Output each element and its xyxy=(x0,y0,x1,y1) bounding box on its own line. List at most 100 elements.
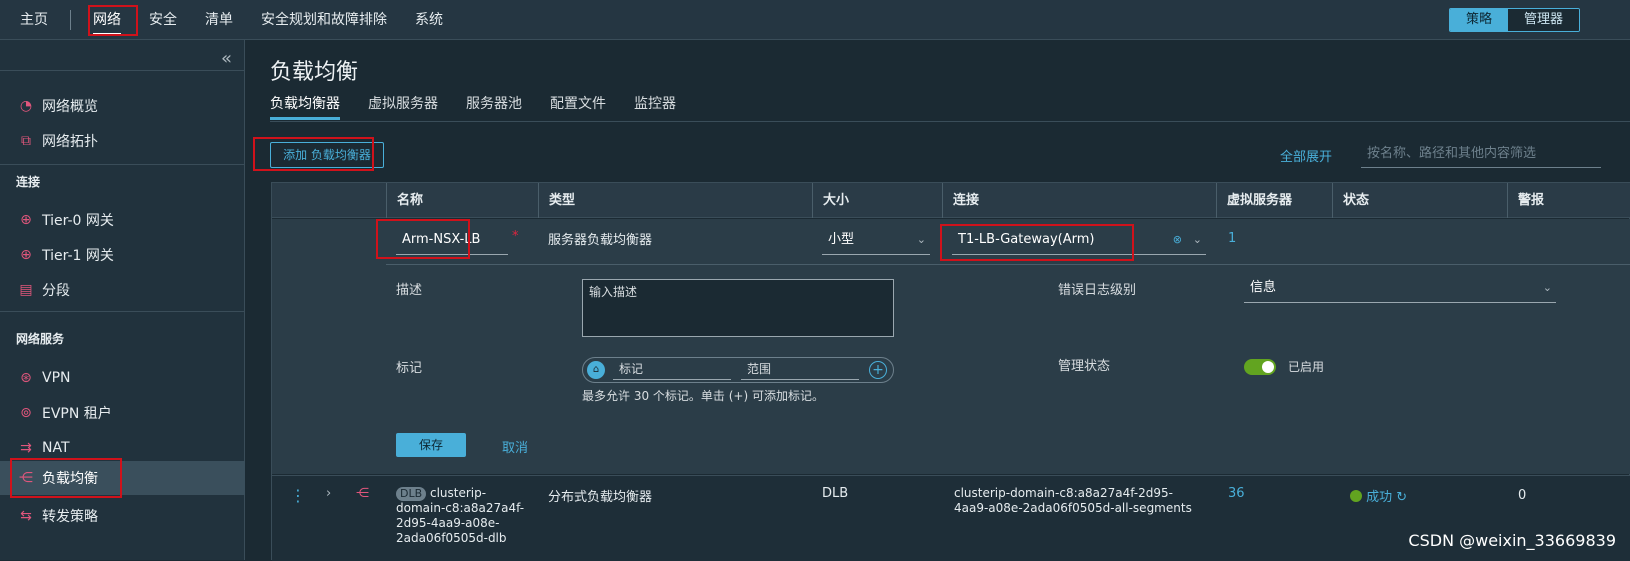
admin-state-value: 已启用 xyxy=(1288,358,1324,375)
sidebar-section-connect: 连接 xyxy=(16,173,40,190)
sidebar-item-load-balancing[interactable]: ⋲负载均衡 xyxy=(0,461,245,495)
column-size[interactable]: 大小 xyxy=(812,183,942,218)
row-status: 成功 ↻ xyxy=(1350,486,1407,505)
error-log-level-select[interactable]: 信息 ⌄ xyxy=(1244,275,1556,303)
row-actions-icon[interactable]: ⋮ xyxy=(290,486,306,505)
name-input[interactable]: Arm-NSX-LB xyxy=(396,227,508,255)
tag-input-group: ⌂ 标记 范围 + xyxy=(582,357,894,383)
chevron-down-icon: ⌄ xyxy=(917,227,926,253)
filter-input[interactable]: 按名称、路径和其他内容筛选 xyxy=(1361,142,1601,168)
sidebar-divider xyxy=(0,164,245,165)
sidebar: « ◔网络概览 ⧉网络拓扑 连接 ⊕Tier-0 网关 ⊕Tier-1 网关 ▤… xyxy=(0,40,245,560)
topology-icon: ⧉ xyxy=(18,133,34,149)
required-mark: * xyxy=(512,229,519,244)
tab-bar: 负载均衡器 虚拟服务器 服务器池 配置文件 监控器 xyxy=(270,92,704,124)
load-balancer-icon: ⋲ xyxy=(18,470,34,486)
tab-profiles[interactable]: 配置文件 xyxy=(550,92,606,124)
expand-all-link[interactable]: 全部展开 xyxy=(1280,146,1332,165)
nat-icon: ⇉ xyxy=(18,440,34,456)
main-content: 负载均衡 负载均衡器 虚拟服务器 服务器池 配置文件 监控器 添加 负载均衡器 … xyxy=(246,40,1630,560)
success-icon xyxy=(1350,490,1362,502)
edit-row: Arm-NSX-LB * 服务器负载均衡器 小型 ⌄ T1-LB-Gateway… xyxy=(272,219,1630,474)
virtual-servers-count[interactable]: 1 xyxy=(1228,231,1236,246)
description-label: 描述 xyxy=(396,279,422,298)
description-textarea[interactable]: 输入描述 xyxy=(582,279,894,337)
scope-input[interactable]: 范围 xyxy=(741,360,859,380)
sidebar-item-tier0[interactable]: ⊕Tier-0 网关 xyxy=(0,202,245,238)
column-name[interactable]: 名称 xyxy=(386,183,538,218)
evpn-icon: ⊚ xyxy=(18,405,34,421)
tab-server-pools[interactable]: 服务器池 xyxy=(466,92,522,124)
segment-icon: ▤ xyxy=(18,282,34,298)
nav-home[interactable]: 主页 xyxy=(0,0,62,40)
policy-mode-button[interactable]: 策略 xyxy=(1450,9,1508,31)
error-log-level-label: 错误日志级别 xyxy=(1058,279,1136,298)
row-connection: clusterip-domain-c8:a8a27a4f-2d95- 4aa9-… xyxy=(954,486,1192,516)
sidebar-item-vpn[interactable]: ⊛VPN xyxy=(0,360,245,396)
connection-select[interactable]: T1-LB-Gateway(Arm) ⊗ ⌄ xyxy=(952,227,1206,255)
nav-networking[interactable]: 网络 xyxy=(79,0,135,40)
tag-icon: ⌂ xyxy=(587,361,605,379)
row-divider xyxy=(386,264,1630,265)
gateway-icon: ⊕ xyxy=(18,247,34,263)
clear-icon[interactable]: ⊗ xyxy=(1173,227,1182,253)
error-log-level-value: 信息 xyxy=(1250,280,1276,295)
manager-mode-button[interactable]: 管理器 xyxy=(1508,9,1579,31)
tags-label: 标记 xyxy=(396,357,422,376)
row-name[interactable]: DLB clusterip- domain-c8:a8a27a4f- 2d95-… xyxy=(396,486,536,546)
nav-inventory[interactable]: 清单 xyxy=(191,0,247,40)
row-size: DLB xyxy=(822,486,848,501)
nav-security[interactable]: 安全 xyxy=(135,0,191,40)
load-balancer-icon: ⋲ xyxy=(356,486,369,501)
nav-system[interactable]: 系统 xyxy=(401,0,457,40)
gateway-icon: ⊕ xyxy=(18,212,34,228)
row-alarms[interactable]: 0 xyxy=(1518,488,1526,503)
vpn-icon: ⊛ xyxy=(18,370,34,386)
tab-divider xyxy=(270,121,1630,122)
column-alarms[interactable]: 警报 xyxy=(1507,183,1630,218)
column-type[interactable]: 类型 xyxy=(538,183,812,218)
sidebar-item-network-topology[interactable]: ⧉网络拓扑 xyxy=(0,123,245,159)
chevron-down-icon: ⌄ xyxy=(1543,275,1552,301)
tab-load-balancers[interactable]: 负载均衡器 xyxy=(270,92,340,124)
gauge-icon: ◔ xyxy=(18,98,34,114)
mode-toggle: 策略 管理器 xyxy=(1449,8,1580,32)
add-tag-icon[interactable]: + xyxy=(869,361,887,379)
tag-input[interactable]: 标记 xyxy=(613,360,731,380)
collapse-sidebar-icon[interactable]: « xyxy=(221,48,232,69)
admin-state-toggle[interactable] xyxy=(1244,359,1276,375)
top-bar: 主页 网络 安全 清单 安全规划和故障排除 系统 策略 管理器 xyxy=(0,0,1630,40)
column-virtual-servers[interactable]: 虚拟服务器 xyxy=(1216,183,1332,218)
column-connection[interactable]: 连接 xyxy=(942,183,1216,218)
refresh-icon[interactable]: ↻ xyxy=(1396,490,1407,505)
cancel-button[interactable]: 取消 xyxy=(502,437,528,456)
connection-value: T1-LB-Gateway(Arm) xyxy=(958,232,1094,247)
row-type: 分布式负载均衡器 xyxy=(548,486,652,505)
save-button[interactable]: 保存 xyxy=(396,433,466,457)
nav-plan-troubleshoot[interactable]: 安全规划和故障排除 xyxy=(247,0,401,40)
add-load-balancer-button[interactable]: 添加 负载均衡器 xyxy=(270,142,384,168)
sidebar-item-network-overview[interactable]: ◔网络概览 xyxy=(0,88,245,124)
load-balancer-grid: 名称 类型 大小 连接 虚拟服务器 状态 警报 Arm-NSX-LB * 服务器… xyxy=(271,182,1630,560)
size-select[interactable]: 小型 ⌄ xyxy=(822,227,930,255)
tags-hint: 最多允许 30 个标记。单击 (+) 可添加标记。 xyxy=(582,387,824,404)
sidebar-divider xyxy=(0,70,245,71)
sidebar-item-evpn[interactable]: ⊚EVPN 租户 xyxy=(0,395,245,431)
grid-header: 名称 类型 大小 连接 虚拟服务器 状态 警报 xyxy=(272,183,1630,218)
size-value: 小型 xyxy=(828,232,854,247)
tab-virtual-servers[interactable]: 虚拟服务器 xyxy=(368,92,438,124)
dlb-badge: DLB xyxy=(396,487,426,501)
page-title: 负载均衡 xyxy=(270,54,358,86)
type-value: 服务器负载均衡器 xyxy=(548,229,652,248)
forwarding-icon: ⇆ xyxy=(18,508,34,524)
tab-monitors[interactable]: 监控器 xyxy=(634,92,676,124)
sidebar-divider xyxy=(0,311,245,312)
column-status[interactable]: 状态 xyxy=(1332,183,1507,218)
sidebar-section-services: 网络服务 xyxy=(16,330,64,347)
row-virtual-servers[interactable]: 36 xyxy=(1228,486,1245,501)
sidebar-item-segments[interactable]: ▤分段 xyxy=(0,272,245,308)
sidebar-item-tier1[interactable]: ⊕Tier-1 网关 xyxy=(0,237,245,273)
expand-row-icon[interactable]: › xyxy=(326,486,331,501)
sidebar-item-forwarding-policy[interactable]: ⇆转发策略 xyxy=(0,498,245,534)
top-nav: 主页 网络 安全 清单 安全规划和故障排除 系统 xyxy=(0,0,457,40)
